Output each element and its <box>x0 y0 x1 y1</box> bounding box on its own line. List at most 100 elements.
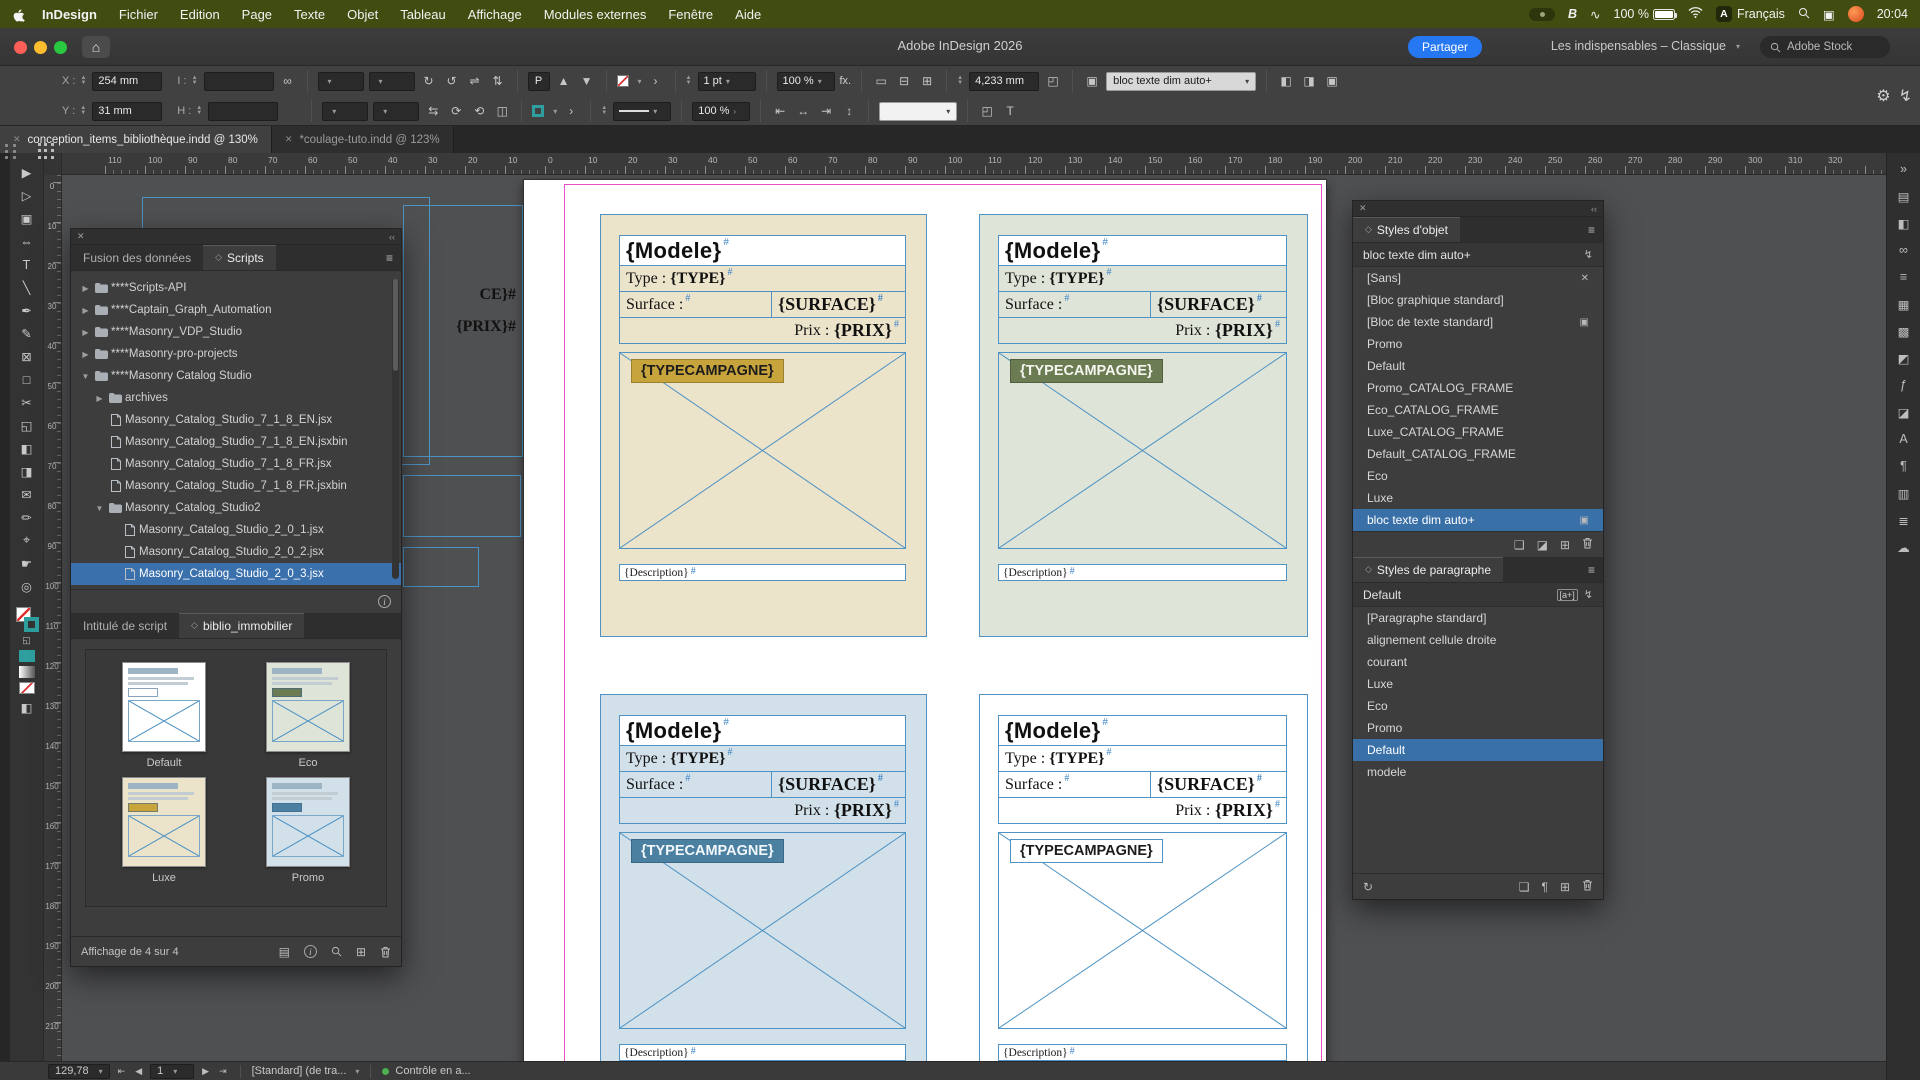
tab-paragraph-styles[interactable]: ◇ Styles de paragraphe <box>1353 557 1503 582</box>
user-avatar[interactable] <box>1848 6 1864 22</box>
x-stepper[interactable]: ▲▼ <box>80 76 86 86</box>
stroke-style-stepper[interactable]: ▲▼ <box>601 106 607 116</box>
sound-icon[interactable]: ∿ <box>1590 7 1600 22</box>
menu-fichier[interactable]: Fichier <box>108 7 169 22</box>
spotlight-icon[interactable] <box>1798 7 1810 22</box>
chevron-icon[interactable]: ▶ <box>79 350 92 359</box>
tint-combo[interactable]: 100 %› <box>692 102 750 121</box>
template-card-promo[interactable]: {Modele}#Type : {TYPE}#Surface : #{SURFA… <box>600 694 927 1061</box>
menu-aide[interactable]: Aide <box>724 7 772 22</box>
last-page-button[interactable]: ⇥ <box>217 1066 229 1077</box>
share-button[interactable]: Partager <box>1408 36 1482 58</box>
campaign-type-chip[interactable]: {TYPECAMPAGNE} <box>1010 839 1163 863</box>
stroke-style-combo[interactable]: ▾ <box>613 102 671 121</box>
mirror-icon[interactable]: ◫ <box>493 104 511 118</box>
horizontal-ruler[interactable]: 1101009080706050403020100102030405060708… <box>44 153 1886 175</box>
control-center-icon[interactable]: ▣ <box>1823 7 1835 22</box>
clear-overrides-icon[interactable]: ◪ <box>1537 538 1548 552</box>
scrollbar-thumb[interactable] <box>393 279 398 371</box>
new-style-group-icon[interactable]: ❑ <box>1519 880 1530 894</box>
color-panel-icon[interactable]: ▦ <box>1891 292 1917 316</box>
flip-horizontal-icon[interactable]: ⇌ <box>466 74 484 88</box>
rotation-angle-field[interactable]: ▾ <box>318 72 364 91</box>
template-card-eco[interactable]: {Modele}#Type : {TYPE}#Surface : #{SURFA… <box>979 214 1308 637</box>
new-style-group-icon[interactable]: ❑ <box>1514 538 1525 552</box>
script-tree-item[interactable]: Masonry_Catalog_Studio_7_1_8_FR.jsx <box>71 453 401 475</box>
collapse-panel-icon[interactable]: ‹‹ <box>1591 204 1597 214</box>
object-styles-panel-icon[interactable]: ◪ <box>1891 400 1917 424</box>
y-position-field[interactable]: 31 mm <box>92 102 162 121</box>
scrollbar[interactable] <box>392 279 399 579</box>
tab-biblio-immobilier[interactable]: ◇biblio_immobilier <box>179 613 304 638</box>
paragraph-style-item[interactable]: Promo <box>1353 717 1603 739</box>
align-center-icon[interactable]: ↔ <box>794 104 812 118</box>
preflight-menu[interactable]: Contrôle en a... <box>395 1065 470 1077</box>
new-style-icon[interactable]: ⊞ <box>1560 538 1570 552</box>
card-surface-row[interactable]: Surface : #{SURFACE}# <box>619 292 906 318</box>
fit-fill-icon[interactable]: ▣ <box>1323 74 1341 88</box>
library-item-luxe[interactable]: Luxe <box>116 777 212 884</box>
paragraph-style-item[interactable]: Luxe <box>1353 673 1603 695</box>
pencil-tool[interactable]: ✎ <box>15 322 39 345</box>
scale-x-combo[interactable]: ▾ <box>322 102 368 121</box>
fill-stroke-proxy[interactable] <box>15 606 39 632</box>
library-item-promo[interactable]: Promo <box>260 777 356 884</box>
menu-tableau[interactable]: Tableau <box>389 7 457 22</box>
description-frame[interactable]: {Description}# <box>998 1044 1287 1061</box>
pasteboard-frame[interactable] <box>403 547 479 587</box>
notch-widget-icon[interactable] <box>1529 8 1555 21</box>
apple-logo-icon[interactable] <box>12 7 25 22</box>
library-info-icon[interactable]: i <box>304 945 317 958</box>
text-wrap-panel-icon[interactable]: ▥ <box>1891 481 1917 505</box>
delete-style-icon[interactable] <box>1582 879 1593 894</box>
tab-intitul-de-script[interactable]: Intitulé de script <box>71 613 179 638</box>
note-tool[interactable]: ✉ <box>15 483 39 506</box>
layers-panel-icon[interactable]: ◧ <box>1891 211 1917 235</box>
cc-libraries-panel-icon[interactable]: ☁ <box>1891 535 1917 559</box>
align-right-icon[interactable]: ⇥ <box>817 104 835 118</box>
stroke-panel-icon[interactable]: ≡ <box>1891 265 1917 289</box>
wrap-bounding-box-icon[interactable]: ⊟ <box>895 74 913 88</box>
paragraph-style-item[interactable]: [Paragraphe standard] <box>1353 607 1603 629</box>
formatting-container-icon[interactable]: ◰ <box>978 104 996 118</box>
script-tree-item[interactable]: Masonry_Catalog_Studio_2_0_1.jsx <box>71 519 401 541</box>
height-field[interactable] <box>208 102 278 121</box>
script-tree-item[interactable]: Masonry_Catalog_Studio_2_0_2.jsx <box>71 541 401 563</box>
chevron-icon[interactable]: ▶ <box>79 306 92 315</box>
info-icon[interactable]: i <box>378 595 391 608</box>
gradient-swatch-tool[interactable]: ◧ <box>15 437 39 460</box>
script-tree-item[interactable]: Masonry_Catalog_Studio_7_1_8_FR.jsxbin <box>71 475 401 497</box>
fill-dropdown-icon[interactable]: ▾ <box>638 77 642 86</box>
campaign-type-chip[interactable]: {TYPECAMPAGNE} <box>631 839 784 863</box>
card-type-row[interactable]: Type : {TYPE}# <box>998 746 1287 772</box>
object-style-combo[interactable]: bloc texte dim auto+▾ <box>1106 72 1256 91</box>
script-tree-item[interactable]: ▶****Scripts-API <box>71 277 401 299</box>
document-standard-menu[interactable]: [Standard] (de tra...▾ <box>252 1065 360 1077</box>
stroke-weight-stepper[interactable]: ▲▼ <box>686 76 692 86</box>
wifi-icon[interactable] <box>1688 7 1703 21</box>
card-surface-row[interactable]: Surface : #{SURFACE}# <box>998 292 1287 318</box>
measure-tool[interactable]: ⌖ <box>15 529 39 552</box>
menu-affichage[interactable]: Affichage <box>457 7 533 22</box>
card-model-frame[interactable]: {Modele}# <box>619 715 906 746</box>
close-tab-icon[interactable]: ✕ <box>285 134 293 145</box>
rotate-cw-icon[interactable]: ↻ <box>420 74 438 88</box>
wrap-object-icon[interactable]: ⊞ <box>918 74 936 88</box>
character-styles-panel-icon[interactable]: A <box>1891 427 1917 451</box>
type-tool[interactable]: T <box>15 253 39 276</box>
width-stepper[interactable]: ▲▼ <box>192 76 198 86</box>
effects-button[interactable]: fx. <box>840 75 852 87</box>
card-price-row[interactable]: Prix : {PRIX}# <box>619 318 906 344</box>
campaign-type-chip[interactable]: {TYPECAMPAGNE} <box>631 359 784 383</box>
page-number-field[interactable]: 1▾ <box>150 1064 194 1079</box>
collapse-panel-icon[interactable]: ‹‹ <box>389 232 395 242</box>
swap-icon[interactable]: ⇆ <box>424 104 442 118</box>
tab-fusion-des-donn-es[interactable]: Fusion des données <box>71 245 203 270</box>
x-position-field[interactable]: 254 mm <box>92 72 162 91</box>
object-style-item[interactable]: Promo_CATALOG_FRAME <box>1353 377 1603 399</box>
card-price-row[interactable]: Prix : {PRIX}# <box>998 318 1287 344</box>
object-style-item[interactable]: Luxe_CATALOG_FRAME <box>1353 421 1603 443</box>
constrain-proportions-icon[interactable]: ∞ <box>279 74 297 88</box>
rectangle-tool[interactable]: □ <box>15 368 39 391</box>
paragraph-style-item[interactable]: alignement cellule droite <box>1353 629 1603 651</box>
